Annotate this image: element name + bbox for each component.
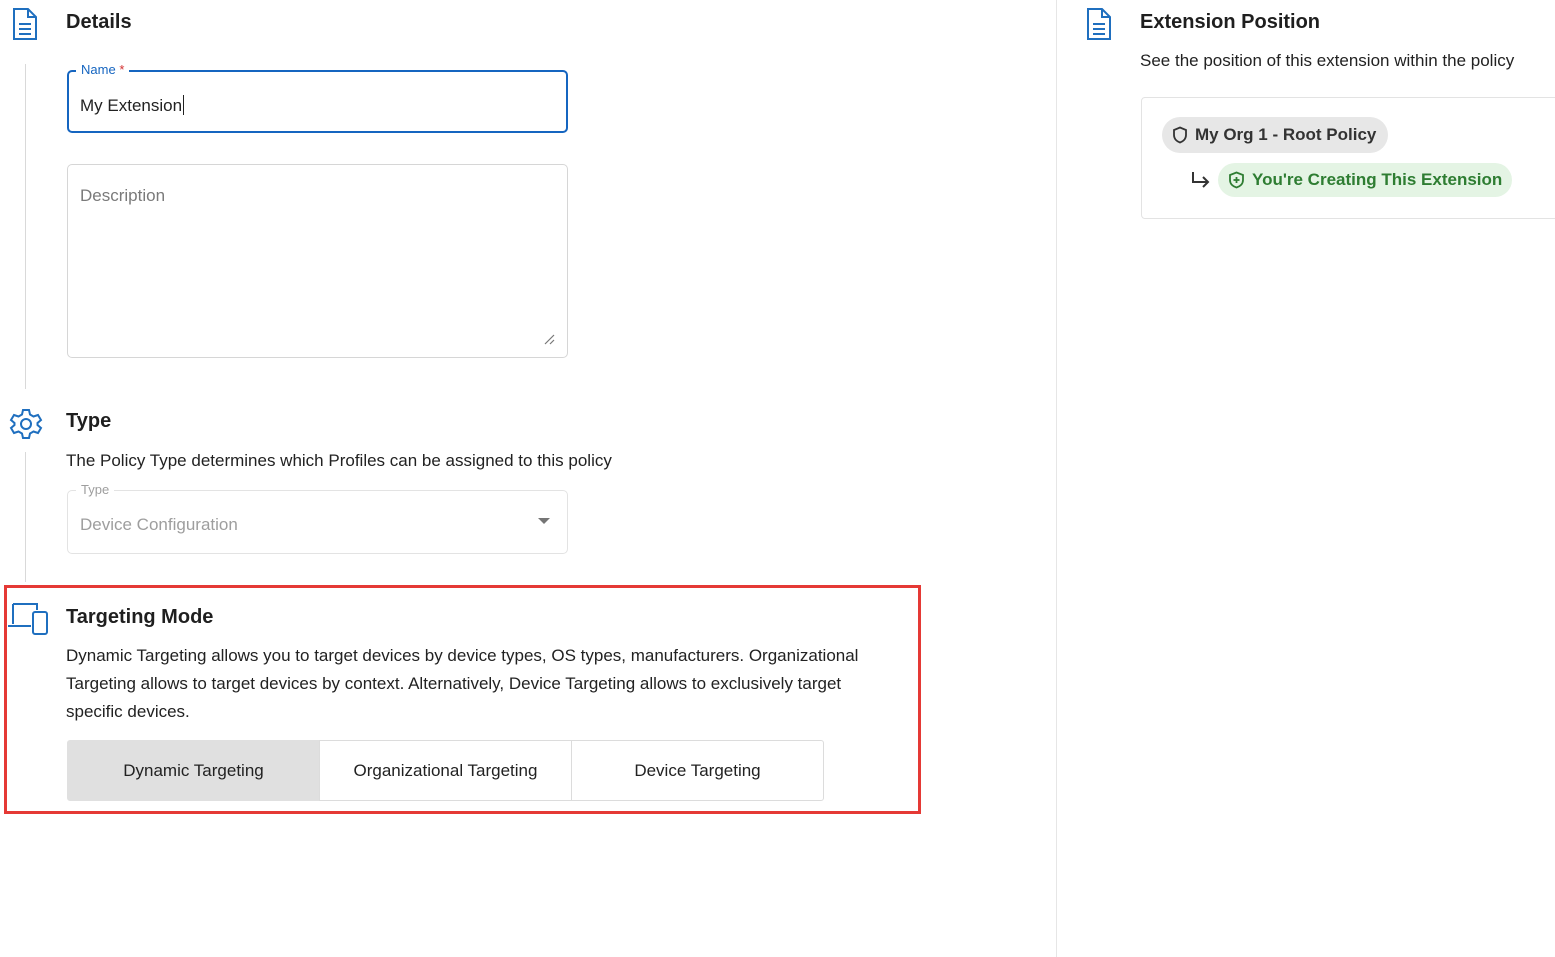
type-description: The Policy Type determines which Profile… (66, 451, 612, 470)
name-label: Name * (76, 62, 130, 77)
current-extension-chip: You're Creating This Extension (1218, 163, 1513, 197)
text-caret (183, 95, 185, 115)
targeting-description: Dynamic Targeting allows you to target d… (66, 646, 859, 721)
resize-handle-icon[interactable] (543, 332, 555, 345)
type-select-value: Device Configuration (80, 515, 238, 534)
policy-tree-box (1141, 97, 1555, 219)
type-rail (25, 452, 26, 582)
details-rail (25, 64, 26, 389)
device-targeting-button[interactable]: Device Targeting (571, 740, 824, 801)
root-policy-chip[interactable]: My Org 1 - Root Policy (1162, 117, 1389, 153)
targeting-title: Targeting Mode (66, 606, 214, 628)
shield-icon (1173, 126, 1187, 144)
shield-plus-icon (1229, 171, 1244, 189)
extension-position-description: See the position of this extension withi… (1140, 51, 1515, 70)
type-title: Type (66, 410, 112, 432)
devices-icon (7, 600, 49, 641)
required-marker: * (119, 62, 125, 77)
document-icon (1085, 7, 1113, 46)
current-extension-label: You're Creating This Extension (1252, 170, 1503, 189)
column-divider (1056, 0, 1057, 957)
name-input[interactable]: My Extension (80, 95, 185, 116)
type-field-label: Type (76, 482, 115, 497)
dynamic-targeting-button[interactable]: Dynamic Targeting (67, 740, 320, 801)
description-placeholder: Description (80, 186, 166, 205)
chevron-down-icon[interactable] (538, 518, 550, 524)
subdirectory-arrow-icon (1190, 170, 1212, 195)
gear-icon (9, 407, 43, 446)
organizational-targeting-button[interactable]: Organizational Targeting (319, 740, 572, 801)
extension-position-title: Extension Position (1140, 11, 1321, 33)
document-icon (11, 7, 39, 46)
details-title: Details (66, 11, 132, 33)
root-policy-label: My Org 1 - Root Policy (1195, 125, 1377, 144)
